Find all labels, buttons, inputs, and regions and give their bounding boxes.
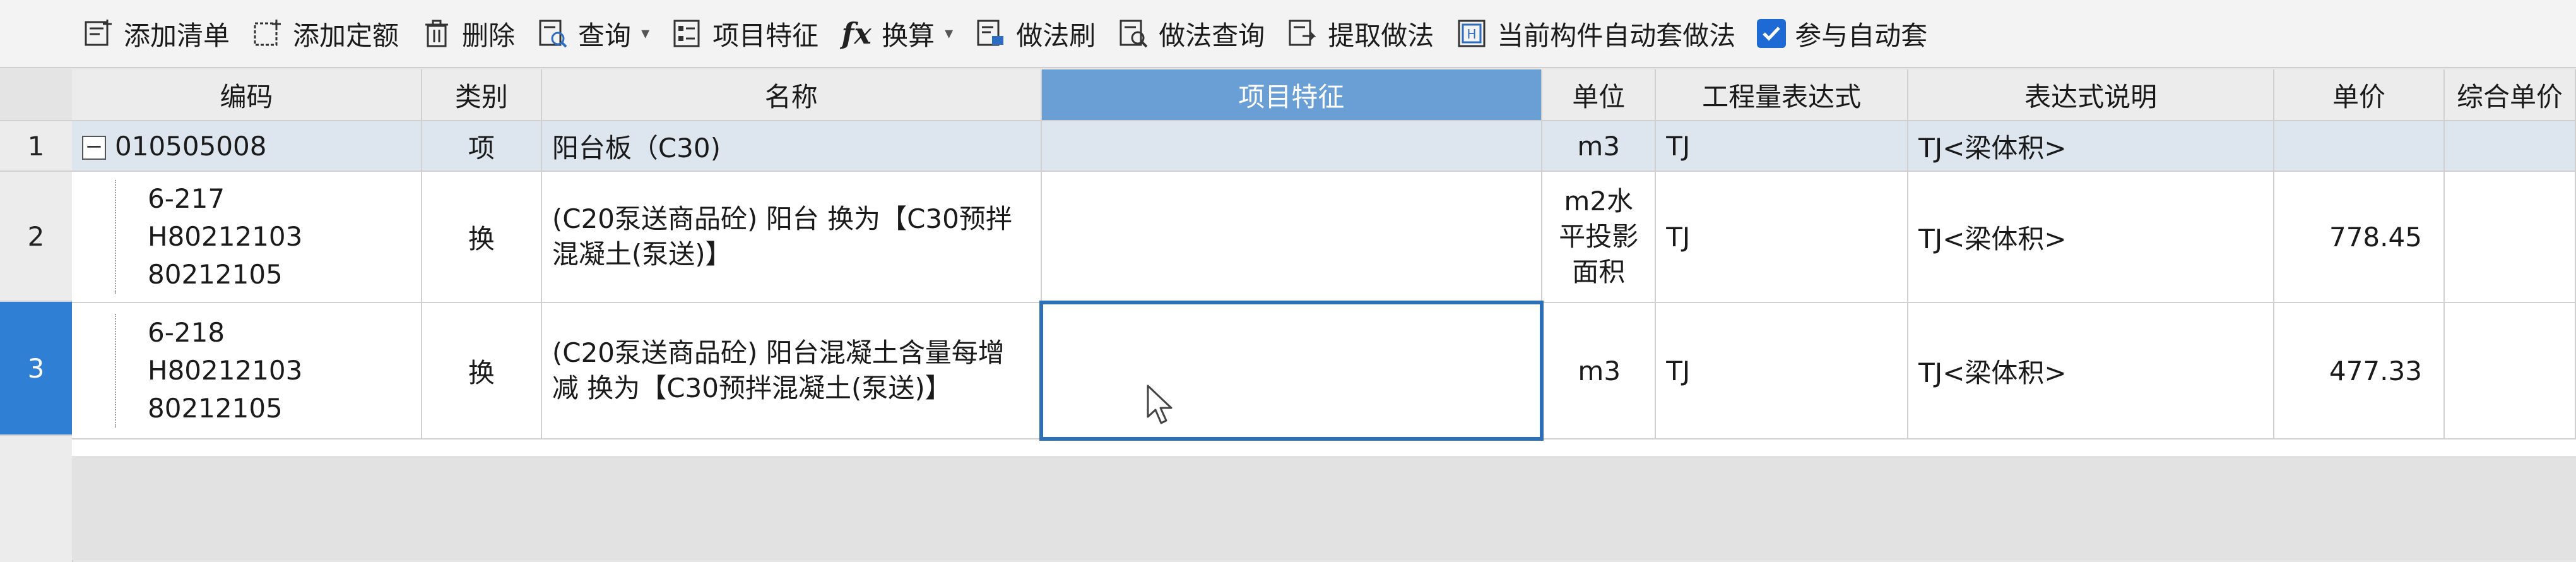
query-dropdown-caret-icon[interactable]: ▾ (641, 24, 649, 43)
add-list-label: 添加清单 (124, 20, 230, 51)
cell-code[interactable]: 6-218 H80212103 80212105 (72, 302, 422, 439)
query-button[interactable]: 查询 ▾ (536, 0, 649, 67)
cell-type[interactable]: 换 (421, 171, 542, 303)
cell-name[interactable]: (C20泵送商品砼) 阳台混凝土含量每增减 换为【C30预拌混凝土(泵送)】 (541, 302, 1042, 439)
code-text: 010505008 (115, 130, 267, 162)
cell-comp-price[interactable] (2443, 171, 2576, 303)
cell-price[interactable]: 477.33 (2273, 302, 2445, 439)
code-lines: 6-218 H80212103 80212105 (82, 314, 411, 427)
convert-label: 换算 (882, 20, 935, 51)
cell-feature-editing[interactable] (1039, 301, 1544, 441)
cell-price[interactable]: 778.45 (2273, 171, 2445, 303)
auto-apply-method-label: 当前构件自动套做法 (1497, 20, 1736, 51)
cell-code[interactable]: 6-217 H80212103 80212105 (72, 171, 422, 303)
participate-auto-apply-label: 参与自动套 (1795, 20, 1928, 51)
extract-method-label: 提取做法 (1328, 20, 1434, 51)
add-list-icon (82, 17, 115, 50)
cell-expression[interactable]: TJ (1655, 302, 1909, 439)
convert-button[interactable]: fx 换算 ▾ (840, 0, 954, 67)
add-quota-icon (251, 17, 284, 50)
query-icon (536, 17, 569, 50)
query-label: 查询 (578, 20, 632, 51)
cell-name[interactable]: 阳台板（C30) (541, 121, 1042, 172)
code-line: H80212103 (148, 355, 303, 386)
row-header-column: 1 2 3 (0, 69, 73, 562)
mouse-pointer-icon (1147, 385, 1173, 424)
cell-expression[interactable]: TJ (1655, 121, 1909, 172)
table-row[interactable]: 6-217 H80212103 80212105 换 (C20泵送商品砼) 阳台… (72, 171, 2576, 303)
fx-glyph: fx (841, 16, 871, 51)
fx-icon: fx (840, 16, 873, 51)
brush-icon (974, 17, 1007, 50)
cell-expression-desc[interactable]: TJ<梁体积> (1908, 171, 2274, 303)
cell-comp-price[interactable] (2443, 121, 2576, 172)
col-header-code[interactable]: 编码 (72, 69, 422, 121)
col-header-unit[interactable]: 单位 (1542, 69, 1657, 121)
svg-text:H: H (1467, 27, 1477, 42)
col-header-name[interactable]: 名称 (541, 69, 1042, 121)
cell-expression-desc[interactable]: TJ<梁体积> (1908, 302, 2274, 439)
col-header-feature[interactable]: 项目特征 (1041, 69, 1543, 121)
cell-unit[interactable]: m2水平投影面积 (1542, 171, 1657, 303)
delete-label: 删除 (462, 20, 516, 51)
cell-expression-desc[interactable]: TJ<梁体积> (1908, 121, 2274, 172)
method-brush-label: 做法刷 (1016, 20, 1096, 51)
col-header-type[interactable]: 类别 (421, 69, 542, 121)
grid-body: 编码 类别 名称 项目特征 单位 工程量表达式 表达式说明 单价 综合单价 −0… (72, 69, 2576, 456)
code-line: H80212103 (148, 221, 303, 252)
table-header-row: 编码 类别 名称 项目特征 单位 工程量表达式 表达式说明 单价 综合单价 (72, 69, 2576, 121)
tree-connector (115, 180, 117, 294)
add-quota-button[interactable]: 添加定额 (251, 0, 399, 67)
auto-apply-method-button[interactable]: H 当前构件自动套做法 (1455, 0, 1735, 67)
cell-unit[interactable]: m3 (1542, 302, 1657, 439)
feature-icon (671, 17, 704, 50)
row-number-1[interactable]: 1 (0, 121, 72, 172)
convert-dropdown-caret-icon[interactable]: ▾ (945, 24, 953, 43)
cell-unit[interactable]: m3 (1542, 121, 1657, 172)
participate-auto-apply-checkbox[interactable]: 参与自动套 (1757, 0, 1927, 67)
method-query-label: 做法查询 (1159, 20, 1265, 51)
toolbar: 添加清单 添加定额 删除 查询 ▾ 项目特征 fx 换算 ▾ 做法刷 做法查询 … (0, 0, 2576, 68)
collapse-icon[interactable]: − (82, 136, 106, 160)
tree-connector (115, 314, 117, 427)
cell-expression[interactable]: TJ (1655, 171, 1909, 303)
col-header-price[interactable]: 单价 (2273, 69, 2445, 121)
project-feature-label: 项目特征 (712, 20, 819, 51)
method-query-icon (1117, 17, 1150, 50)
cell-code[interactable]: −010505008 (72, 121, 422, 172)
col-header-expression[interactable]: 工程量表达式 (1655, 69, 1909, 121)
auto-apply-icon: H (1455, 17, 1488, 50)
code-line: 80212105 (148, 259, 283, 290)
code-line: 6-217 (148, 183, 225, 214)
row-number-2[interactable]: 2 (0, 172, 72, 302)
col-header-comp-price[interactable]: 综合单价 (2443, 69, 2576, 121)
delete-button[interactable]: 删除 (420, 0, 515, 67)
project-feature-button[interactable]: 项目特征 (671, 0, 818, 67)
cell-price[interactable] (2273, 121, 2445, 172)
cell-name[interactable]: (C20泵送商品砼) 阳台 换为【C30预拌混凝土(泵送)】 (541, 171, 1042, 303)
grid-corner[interactable] (0, 69, 72, 121)
extract-method-button[interactable]: 提取做法 (1286, 0, 1434, 67)
add-quota-label: 添加定额 (293, 20, 399, 51)
code-line: 6-218 (148, 317, 225, 348)
cell-feature[interactable] (1041, 121, 1543, 172)
table-row[interactable]: −010505008 项 阳台板（C30) m3 TJ TJ<梁体积> (72, 121, 2576, 172)
checkbox-checked-icon[interactable] (1757, 19, 1787, 48)
extract-icon (1286, 17, 1319, 50)
cell-comp-price[interactable] (2443, 302, 2576, 439)
cell-feature[interactable] (1041, 171, 1543, 303)
table-row[interactable]: 6-218 H80212103 80212105 换 (C20泵送商品砼) 阳台… (72, 301, 2576, 441)
trash-icon (420, 17, 453, 50)
add-list-button[interactable]: 添加清单 (82, 0, 230, 67)
grid-empty-area[interactable] (72, 456, 2576, 560)
method-query-button[interactable]: 做法查询 (1117, 0, 1265, 67)
cell-type[interactable]: 换 (421, 302, 542, 439)
code-lines: 6-217 H80212103 80212105 (82, 180, 411, 294)
method-brush-button[interactable]: 做法刷 (974, 0, 1096, 67)
row-number-3[interactable]: 3 (0, 302, 72, 436)
cell-type[interactable]: 项 (421, 121, 542, 172)
method-table: 编码 类别 名称 项目特征 单位 工程量表达式 表达式说明 单价 综合单价 −0… (72, 69, 2576, 441)
code-line: 80212105 (148, 393, 283, 424)
col-header-expression-desc[interactable]: 表达式说明 (1908, 69, 2274, 121)
